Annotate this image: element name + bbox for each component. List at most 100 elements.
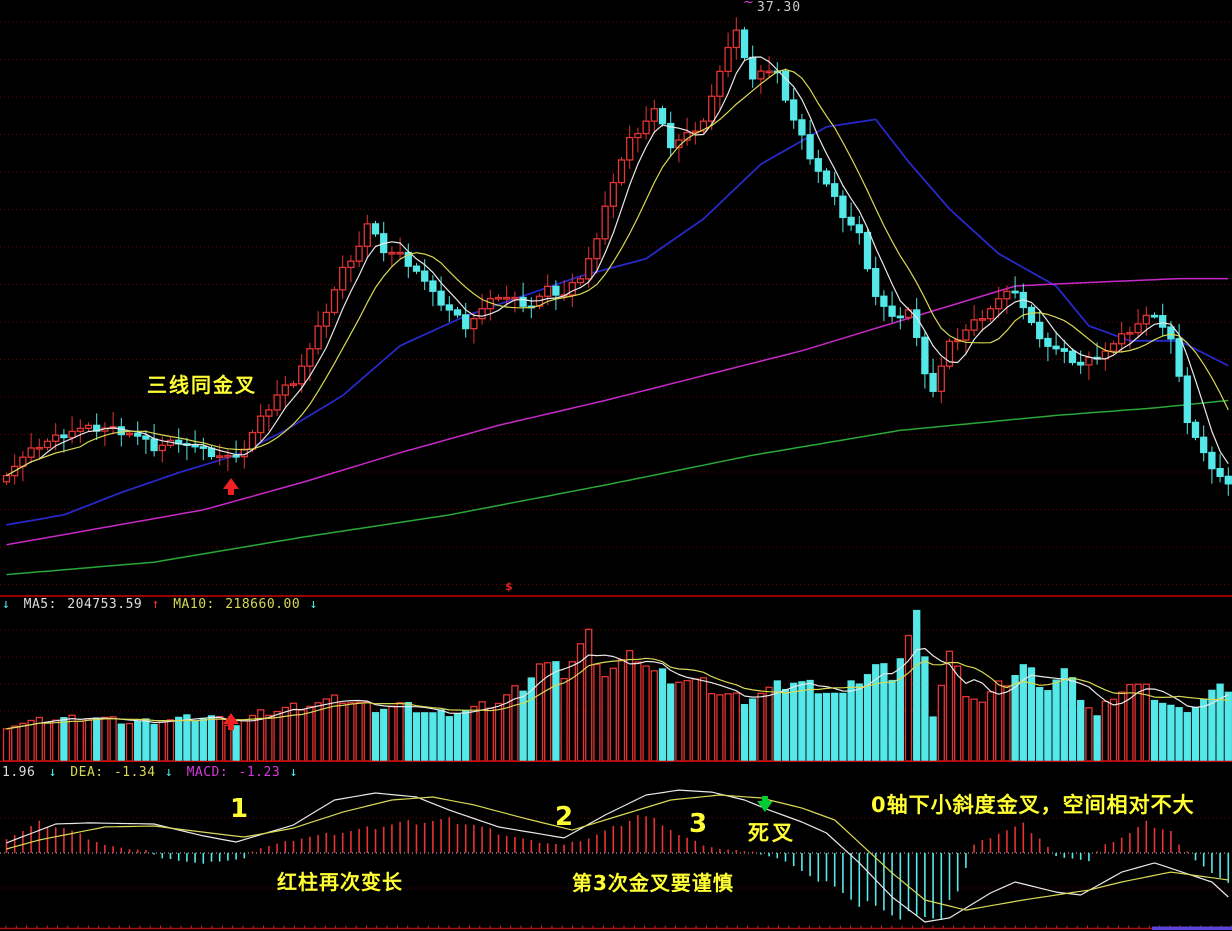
volume-chart-canvas[interactable] <box>0 597 1232 762</box>
volume-bar <box>906 636 912 761</box>
volume-bar <box>684 681 690 761</box>
candle-body <box>586 259 592 279</box>
candle-body <box>397 252 403 254</box>
main-chart-canvas[interactable] <box>0 0 1232 597</box>
candle-body <box>996 299 1002 309</box>
volume-bar <box>955 666 961 761</box>
volume-bar <box>561 679 567 761</box>
volume-bar <box>1061 669 1067 761</box>
volume-bar <box>1086 708 1092 761</box>
candle-body <box>881 296 887 306</box>
candle-body <box>1111 344 1117 351</box>
volume-bars <box>4 611 1232 761</box>
volume-bar <box>127 724 133 761</box>
third-cross-annotation: 第3次金叉要谨慎 <box>572 867 734 896</box>
candle-body <box>45 441 51 447</box>
candle-body <box>504 298 510 300</box>
volume-bar <box>865 675 871 761</box>
candle-body <box>1135 324 1141 333</box>
candle-body <box>422 271 428 281</box>
candle-body <box>815 159 821 171</box>
candle-body <box>200 447 206 449</box>
volume-bar <box>332 695 338 761</box>
volume-bar <box>717 695 723 761</box>
volume-bar <box>381 709 387 761</box>
volume-bar <box>209 716 215 761</box>
candle-body <box>643 121 649 133</box>
candle-body <box>69 431 75 437</box>
peak-cursor-mark: ~ <box>743 0 754 10</box>
volume-bar <box>1045 691 1051 761</box>
volume-bar <box>832 693 838 761</box>
candle-body <box>971 320 977 330</box>
volume-bar <box>430 713 436 761</box>
bottom-scrollbar-thumb[interactable] <box>1152 927 1232 931</box>
volume-bar <box>889 681 895 761</box>
volume-bar <box>766 687 772 761</box>
volume-bar <box>192 721 198 761</box>
volume-bar <box>758 693 764 761</box>
candle-body <box>258 416 264 432</box>
volume-bar <box>922 657 928 761</box>
volume-bar <box>635 662 641 761</box>
candle-body <box>1029 307 1035 322</box>
candle-body <box>364 224 370 246</box>
volume-bar <box>1037 688 1043 761</box>
volume-bar <box>742 705 748 761</box>
volume-bar <box>627 651 633 761</box>
candle-body <box>1160 316 1166 327</box>
macd-chart-canvas[interactable] <box>0 762 1232 931</box>
candle-body <box>619 160 625 183</box>
volume-bar <box>389 706 395 761</box>
volume-bar <box>487 708 493 761</box>
volume-bar <box>1160 703 1166 761</box>
candle-body <box>733 30 739 47</box>
candle-body <box>832 184 838 196</box>
candle-body <box>373 224 379 234</box>
volume-bar <box>1209 690 1215 761</box>
macd-value: -1.23 <box>239 765 281 780</box>
candle-body <box>1045 339 1051 347</box>
price-ma10-line <box>7 70 1229 476</box>
candle-body <box>1012 291 1018 293</box>
candle-body <box>1201 437 1207 452</box>
macd-dif-down-arrow-icon: ↓ <box>49 765 57 780</box>
candle-body <box>414 266 420 271</box>
candle-body <box>873 269 879 297</box>
volume-bar <box>12 726 18 761</box>
volume-bar <box>446 717 452 761</box>
volume-bar <box>815 694 821 761</box>
candle-body <box>192 445 198 447</box>
candle-body <box>127 433 133 435</box>
volume-bar <box>881 664 887 761</box>
candle-body <box>594 239 600 259</box>
candle-body <box>750 57 756 78</box>
candle-body <box>856 225 862 233</box>
candle-body <box>889 306 895 316</box>
vol-ma10-value: 218660.00 <box>225 597 300 612</box>
volume-bar <box>660 669 666 761</box>
volume-bar <box>1053 680 1059 761</box>
volume-bar <box>299 710 305 761</box>
candle-body <box>1193 422 1199 437</box>
volume-bar <box>602 677 608 761</box>
volume-bar <box>159 722 165 761</box>
candle-body <box>520 298 526 307</box>
candle-body <box>274 395 280 410</box>
stock-app-window: ~ 37.30 三线同金叉 $ ↓ MA5: 204753.59 ↑ MA10:… <box>0 0 1232 931</box>
volume-bar <box>4 729 10 761</box>
volume-bar <box>20 723 26 761</box>
candle-body <box>963 330 969 340</box>
candle-body <box>455 310 461 315</box>
candle-body <box>323 312 329 326</box>
vol-down-arrow-icon: ↓ <box>2 597 10 612</box>
volume-bar <box>45 723 51 761</box>
volume-bar <box>897 659 903 761</box>
volume-bar <box>914 611 920 761</box>
high-price-label: 37.30 <box>757 0 801 15</box>
volume-bar <box>537 664 543 761</box>
volume-bar <box>168 720 174 761</box>
candle-body <box>1127 333 1133 335</box>
candle-body <box>766 71 772 73</box>
candle-body <box>1061 349 1067 351</box>
